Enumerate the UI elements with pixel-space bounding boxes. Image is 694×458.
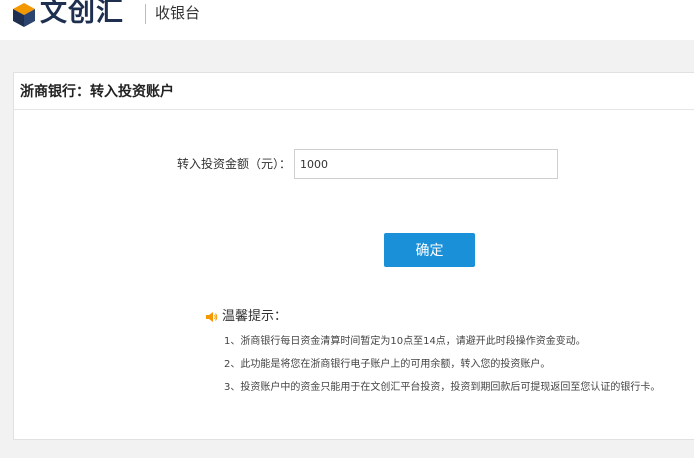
transfer-card: 浙商银行：转入投资账户 转入投资金额（元）： 确定 温馨提示： 1、浙商银行每日… [13,72,694,440]
tip-item: 1、浙商银行每日资金清算时间暂定为10点至14点，请避开此时段操作资金变动。 [224,336,586,347]
top-header: 文创汇 收银台 [0,0,694,40]
amount-input[interactable] [294,149,558,179]
tip-item: 2、此功能是将您在浙商银行电子账户上的可用余额，转入您的投资账户。 [224,359,551,370]
amount-label: 转入投资金额（元）： [177,157,292,171]
header-divider [145,4,146,24]
cashier-title: 收银台 [155,4,201,22]
card-title-divider [14,109,694,110]
tips-title: 温馨提示： [222,309,288,324]
speaker-icon [206,312,218,322]
tip-item: 3、投资账户中的资金只能用于在文创汇平台投资，投资到期回款后可提现返回至您认证的… [224,382,661,393]
confirm-button[interactable]: 确定 [384,233,475,267]
logo-wordmark[interactable]: 文创汇 [40,0,124,28]
wenchuanghui-logo-icon[interactable] [12,2,36,28]
card-title: 浙商银行：转入投资账户 [20,84,174,100]
